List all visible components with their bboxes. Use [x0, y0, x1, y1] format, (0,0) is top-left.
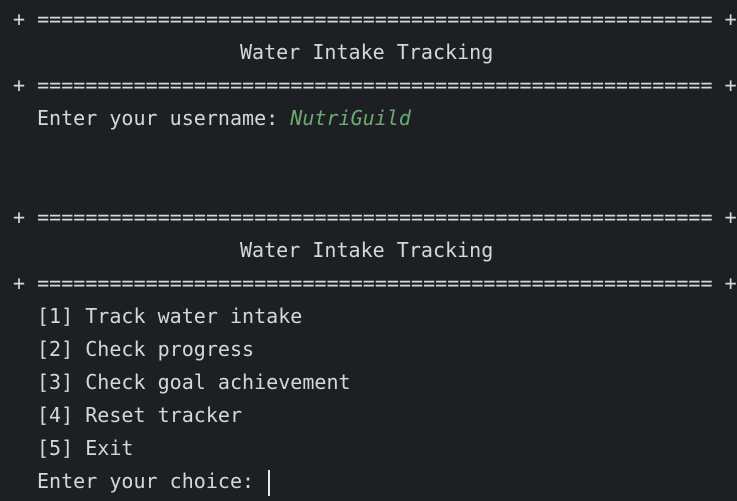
terminal-window[interactable]: + ======================================…: [0, 0, 737, 501]
username-prompt: Enter your username:: [37, 106, 291, 130]
menu-border-top: + ======================================…: [13, 205, 737, 229]
choice-input-line[interactable]: Enter your choice:: [37, 465, 271, 498]
menu-item-track-water: [1] Track water intake: [37, 304, 303, 328]
menu-item-check-progress: [2] Check progress: [37, 337, 255, 361]
username-line: Enter your username: NutriGuild: [37, 102, 411, 135]
menu-title: Water Intake Tracking: [240, 238, 494, 262]
text-cursor: [268, 469, 271, 496]
username-input-value: NutriGuild: [290, 106, 411, 130]
menu-item-check-goal: [3] Check goal achievement: [37, 370, 351, 394]
header-border-bottom: + ======================================…: [13, 73, 737, 97]
header-title: Water Intake Tracking: [240, 40, 494, 64]
choice-prompt: Enter your choice:: [37, 469, 267, 493]
menu-item-exit: [5] Exit: [37, 436, 134, 460]
menu-border-bottom: + ======================================…: [13, 271, 737, 295]
menu-item-reset-tracker: [4] Reset tracker: [37, 403, 243, 427]
header-border-top: + ======================================…: [13, 7, 737, 31]
